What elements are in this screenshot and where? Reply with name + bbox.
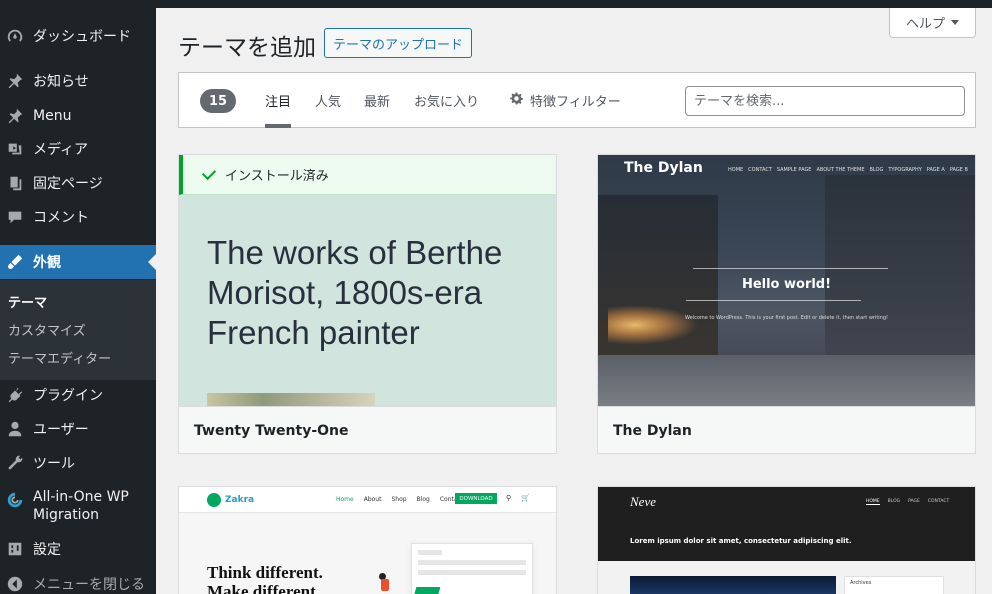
theme-card-the-dylan[interactable]: The Dylan HOME CONTACT SAMPLE PAGE ABOUT… bbox=[597, 154, 976, 454]
search-icon: ⚲ bbox=[506, 494, 512, 502]
preview-headline: The works of Berthe Morisot, 1800s-era F… bbox=[207, 234, 503, 351]
dashboard-icon bbox=[5, 26, 25, 46]
sidebar-item-label: ツール bbox=[33, 456, 75, 472]
sidebar-item-label: コメント bbox=[33, 210, 89, 226]
sidebar-item-label: お知らせ bbox=[33, 74, 89, 90]
theme-card-zakra[interactable]: Zakra Home About Shop Blog Contact DOWNL… bbox=[178, 486, 557, 594]
media-icon bbox=[5, 139, 25, 159]
tool-icon bbox=[5, 453, 25, 473]
theme-screenshot: Neve HOME BLOG PAGE CONTACT Lorem ipsum … bbox=[598, 487, 975, 594]
user-icon bbox=[5, 419, 25, 439]
preview-image bbox=[630, 576, 836, 594]
tab-favorites[interactable]: お気に入り bbox=[414, 91, 479, 110]
cart-icon: 🛒 bbox=[521, 494, 530, 502]
preview-headline: Lorem ipsum dolor sit amet, consectetur … bbox=[630, 537, 852, 545]
sidebar-item-media[interactable]: メディア bbox=[0, 132, 156, 166]
zakra-logo-icon bbox=[207, 493, 221, 507]
page-title: テーマを追加 bbox=[178, 35, 316, 61]
theme-screenshot: インストール済み The works of Berthe Morisot, 18… bbox=[179, 155, 556, 406]
sidebar-item-label: ユーザー bbox=[33, 422, 89, 438]
migration-icon bbox=[5, 490, 25, 510]
pin-icon bbox=[5, 106, 25, 126]
theme-card-neve[interactable]: Neve HOME BLOG PAGE CONTACT Lorem ipsum … bbox=[597, 486, 976, 594]
preview-illustration bbox=[375, 573, 389, 591]
preview-accent-shape bbox=[413, 587, 441, 594]
theme-screenshot: Zakra Home About Shop Blog Contact DOWNL… bbox=[179, 487, 556, 594]
settings-icon bbox=[5, 539, 25, 559]
submenu-item-customize[interactable]: カスタマイズ bbox=[8, 320, 86, 339]
preview-logo: Zakra bbox=[207, 493, 254, 507]
sidebar-item-label: Menu bbox=[33, 108, 72, 124]
preview-street bbox=[598, 355, 975, 406]
sidebar-item-label: 設定 bbox=[33, 542, 61, 558]
sidebar-collapse-menu[interactable]: メニューを閉じる bbox=[0, 567, 156, 594]
feature-filter-button[interactable]: 特徴フィルター bbox=[509, 91, 621, 110]
preview-headline: Think different. Make different. bbox=[207, 563, 323, 594]
check-icon bbox=[201, 165, 217, 180]
sidebar-item-posts[interactable]: お知らせ bbox=[0, 64, 156, 98]
preview-nav: Home About Shop Blog Contact bbox=[336, 496, 464, 503]
tab-popular[interactable]: 人気 bbox=[315, 91, 341, 110]
preview-hello: Hello world! bbox=[741, 277, 832, 292]
theme-name: Twenty Twenty-One bbox=[179, 406, 556, 453]
sidebar-item-label: メディア bbox=[33, 142, 89, 158]
installed-notice: インストール済み bbox=[179, 155, 556, 195]
theme-count-badge: 15 bbox=[200, 89, 236, 113]
sidebar-item-migration[interactable]: All-in-One WP Migration bbox=[0, 488, 156, 528]
preview-building bbox=[825, 175, 975, 365]
preview-subtext: Welcome to WordPress. This is your first… bbox=[684, 315, 889, 321]
sidebar-item-users[interactable]: ユーザー bbox=[0, 412, 156, 446]
comment-icon bbox=[5, 207, 25, 227]
preview-nav: HOME CONTACT SAMPLE PAGE ABOUT THE THEME… bbox=[728, 167, 968, 173]
submenu-item-theme-editor[interactable]: テーマエディター bbox=[8, 348, 111, 367]
sidebar-item-settings[interactable]: 設定 bbox=[0, 532, 156, 566]
preview-image-strip bbox=[207, 393, 375, 406]
theme-search-input[interactable] bbox=[685, 86, 965, 116]
sidebar-item-tools[interactable]: ツール bbox=[0, 446, 156, 480]
appearance-submenu: テーマ カスタマイズ テーマエディター bbox=[0, 280, 156, 380]
tab-latest[interactable]: 最新 bbox=[364, 91, 390, 110]
caret-down-icon bbox=[951, 20, 959, 25]
sidebar-item-plugins[interactable]: プラグイン bbox=[0, 378, 156, 412]
sidebar-item-label: メニューを閉じる bbox=[33, 577, 145, 593]
sidebar-item-menu[interactable]: Menu bbox=[0, 99, 156, 133]
submenu-item-themes[interactable]: テーマ bbox=[8, 292, 47, 311]
collapse-icon bbox=[5, 574, 25, 594]
preview-header: Zakra Home About Shop Blog Contact DOWNL… bbox=[179, 487, 556, 513]
gear-icon bbox=[509, 91, 524, 110]
sidebar-item-label: 外観 bbox=[33, 255, 61, 271]
upload-theme-button[interactable]: テーマのアップロード bbox=[324, 28, 473, 58]
theme-filter-bar: 15 注目 人気 最新 お気に入り 特徴フィルター bbox=[178, 72, 976, 128]
sidebar-item-dashboard[interactable]: ダッシュボード bbox=[0, 19, 156, 53]
pin-icon bbox=[5, 71, 25, 91]
preview-download-button: DOWNLOAD bbox=[455, 493, 497, 504]
current-tab-indicator bbox=[265, 124, 291, 128]
sidebar-item-label: ダッシュボード bbox=[33, 29, 131, 45]
sidebar-item-pages[interactable]: 固定ページ bbox=[0, 166, 156, 200]
theme-screenshot: The Dylan HOME CONTACT SAMPLE PAGE ABOUT… bbox=[598, 155, 975, 406]
sidebar-item-label: All-in-One WP Migration bbox=[33, 489, 129, 523]
active-indicator bbox=[148, 254, 156, 270]
preview-logo: Neve bbox=[630, 494, 656, 509]
admin-sidebar: ダッシュボード お知らせ Menu メディア 固定ページ コメント 外観 テーマ… bbox=[0, 0, 156, 594]
preview-divider bbox=[686, 300, 861, 301]
preview-nav: HOME BLOG PAGE CONTACT bbox=[866, 499, 950, 505]
plugin-icon bbox=[5, 385, 25, 405]
sidebar-item-label: 固定ページ bbox=[33, 176, 103, 192]
theme-name: The Dylan bbox=[598, 406, 975, 453]
theme-card-twenty-twenty-one[interactable]: インストール済み The works of Berthe Morisot, 18… bbox=[178, 154, 557, 454]
appearance-icon bbox=[5, 252, 25, 272]
preview-archives-widget: Archives bbox=[844, 576, 944, 594]
sidebar-item-label: プラグイン bbox=[33, 388, 103, 404]
page-icon bbox=[5, 173, 25, 193]
help-button[interactable]: ヘルプ bbox=[889, 8, 976, 38]
tab-featured[interactable]: 注目 bbox=[265, 91, 291, 110]
preview-site-title: The Dylan bbox=[624, 160, 703, 176]
sidebar-item-appearance[interactable]: 外観 bbox=[0, 245, 156, 279]
preview-lights bbox=[608, 305, 698, 345]
preview-divider bbox=[693, 268, 888, 269]
sidebar-item-comments[interactable]: コメント bbox=[0, 200, 156, 234]
